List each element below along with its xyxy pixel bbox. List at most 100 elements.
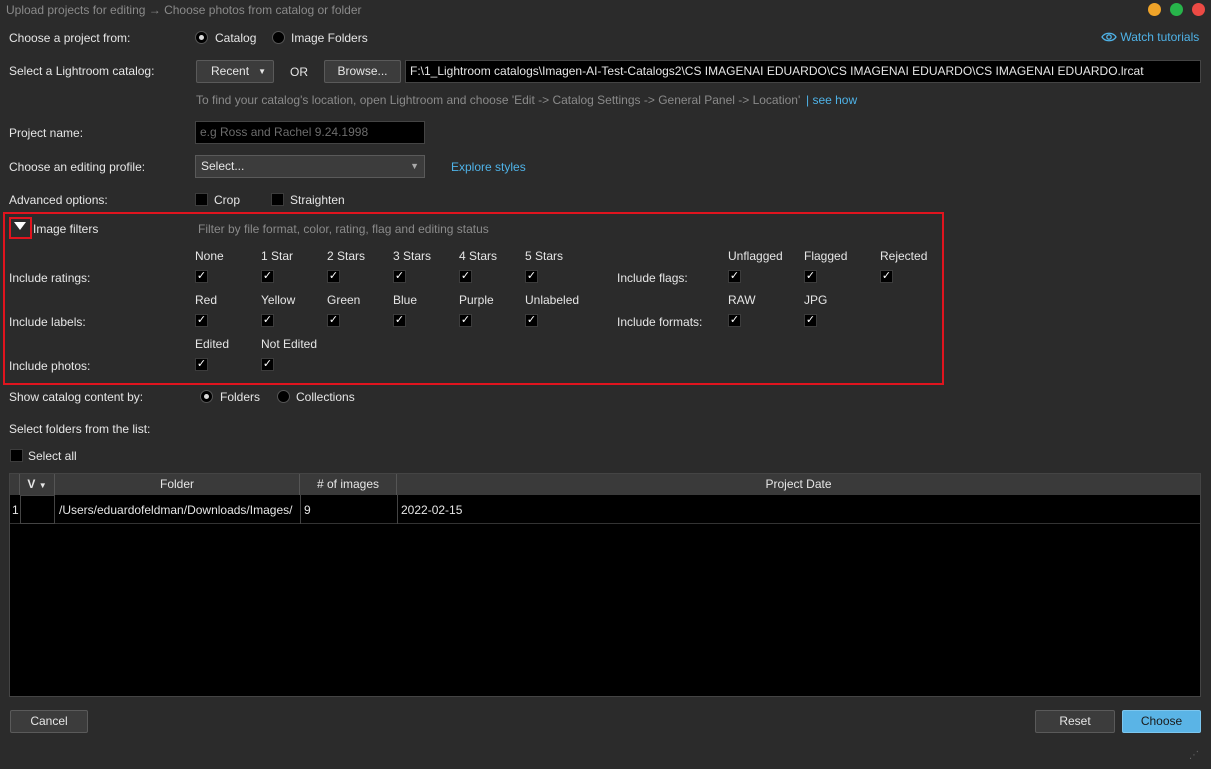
- watch-tutorials-link[interactable]: Watch tutorials: [1101, 30, 1199, 44]
- maximize-button[interactable]: [1170, 3, 1183, 16]
- catalog-hint: To find your catalog's location, open Li…: [196, 93, 801, 107]
- editing-profile-label: Choose an editing profile:: [9, 160, 146, 174]
- column-divider: [397, 495, 398, 524]
- show-by-label: Show catalog content by:: [9, 390, 144, 404]
- label-green-label: Green: [327, 293, 361, 307]
- column-divider: [300, 495, 301, 524]
- rating-2-checkbox[interactable]: ✓: [327, 270, 340, 283]
- rating-3-checkbox[interactable]: ✓: [393, 270, 406, 283]
- straighten-checkbox[interactable]: [271, 193, 284, 206]
- radio-catalog-label[interactable]: Catalog: [215, 31, 256, 45]
- column-header-date[interactable]: Project Date: [397, 474, 1200, 495]
- format-raw-checkbox[interactable]: ✓: [728, 314, 741, 327]
- crop-label[interactable]: Crop: [214, 193, 240, 207]
- radio-collections-label[interactable]: Collections: [296, 390, 355, 404]
- radio-folders[interactable]: [200, 390, 213, 403]
- rating-4-checkbox[interactable]: ✓: [459, 270, 472, 283]
- close-button[interactable]: [1192, 3, 1205, 16]
- label-purple-checkbox[interactable]: ✓: [459, 314, 472, 327]
- table-row[interactable]: 1 /Users/eduardofeldman/Downloads/Images…: [10, 495, 1200, 524]
- chevron-down-icon: ▼: [410, 161, 419, 171]
- eye-icon: [1101, 32, 1117, 42]
- row-folder: /Users/eduardofeldman/Downloads/Images/: [59, 503, 293, 517]
- catalog-label: Select a Lightroom catalog:: [9, 64, 155, 78]
- include-labels-label: Include labels:: [9, 315, 86, 329]
- label-unlabeled-label: Unlabeled: [525, 293, 580, 307]
- radio-image-folders-label[interactable]: Image Folders: [291, 31, 368, 45]
- resize-grip-icon[interactable]: ⋰: [1189, 750, 1199, 761]
- minimize-button[interactable]: [1148, 3, 1161, 16]
- include-flags-label: Include flags:: [617, 271, 688, 285]
- label-red-label: Red: [195, 293, 218, 307]
- flag-unflagged-checkbox[interactable]: ✓: [728, 270, 741, 283]
- advanced-options-label: Advanced options:: [9, 193, 108, 207]
- project-name-input[interactable]: e.g Ross and Rachel 9.24.1998: [195, 121, 425, 144]
- project-name-label: Project name:: [9, 126, 84, 140]
- radio-collections[interactable]: [277, 390, 290, 403]
- reset-button[interactable]: Reset: [1035, 710, 1115, 733]
- flag-unflagged-label: Unflagged: [728, 249, 783, 263]
- cancel-button[interactable]: Cancel: [10, 710, 88, 733]
- label-purple-label: Purple: [459, 293, 494, 307]
- rating-none-checkbox[interactable]: ✓: [195, 270, 208, 283]
- rating-1-checkbox[interactable]: ✓: [261, 270, 274, 283]
- window-title: Upload projects for editing → Choose pho…: [6, 3, 362, 17]
- crop-checkbox[interactable]: [195, 193, 208, 206]
- select-all-checkbox[interactable]: [10, 449, 23, 462]
- choose-button[interactable]: Choose: [1122, 710, 1201, 733]
- include-photos-label: Include photos:: [9, 359, 91, 373]
- label-red-checkbox[interactable]: ✓: [195, 314, 208, 327]
- photos-edited-label: Edited: [195, 337, 230, 351]
- flag-rejected-label: Rejected: [880, 249, 928, 263]
- radio-catalog[interactable]: [195, 31, 208, 44]
- flag-flagged-label: Flagged: [804, 249, 848, 263]
- label-yellow-label: Yellow: [261, 293, 296, 307]
- flag-flagged-checkbox[interactable]: ✓: [804, 270, 817, 283]
- or-label: OR: [290, 65, 308, 79]
- rating-3-label: 3 Stars: [393, 249, 432, 263]
- label-green-checkbox[interactable]: ✓: [327, 314, 340, 327]
- browse-button[interactable]: Browse...: [324, 60, 401, 83]
- see-how-link[interactable]: | see how: [806, 93, 857, 107]
- column-header-folder[interactable]: Folder: [55, 474, 300, 495]
- format-jpg-checkbox[interactable]: ✓: [804, 314, 817, 327]
- rating-5-checkbox[interactable]: ✓: [525, 270, 538, 283]
- image-filters-hint: Filter by file format, color, rating, fl…: [198, 222, 489, 236]
- explore-styles-link[interactable]: Explore styles: [451, 160, 526, 174]
- row-date: 2022-02-15: [401, 503, 463, 517]
- column-header-v[interactable]: V ▼: [20, 474, 55, 495]
- radio-image-folders[interactable]: [272, 31, 285, 44]
- label-blue-checkbox[interactable]: ✓: [393, 314, 406, 327]
- rating-1-label: 1 Star: [261, 249, 294, 263]
- rating-2-label: 2 Stars: [327, 249, 366, 263]
- row-count: 9: [304, 503, 311, 517]
- label-yellow-checkbox[interactable]: ✓: [261, 314, 274, 327]
- straighten-label[interactable]: Straighten: [290, 193, 345, 207]
- rating-none-label: None: [195, 249, 224, 263]
- image-filters-title: Image filters: [33, 222, 99, 236]
- select-folders-label: Select folders from the list:: [9, 422, 151, 436]
- row-index: 1: [12, 503, 19, 517]
- radio-folders-label[interactable]: Folders: [220, 390, 260, 404]
- label-unlabeled-checkbox[interactable]: ✓: [525, 314, 538, 327]
- select-all-label[interactable]: Select all: [28, 449, 77, 463]
- triangle-down-icon: [14, 222, 26, 230]
- catalog-path-field[interactable]: F:\1_Lightroom catalogs\Imagen-AI-Test-C…: [405, 60, 1201, 83]
- format-jpg-label: JPG: [804, 293, 828, 307]
- sort-arrow-icon: ▼: [38, 481, 47, 490]
- flag-rejected-checkbox[interactable]: ✓: [880, 270, 893, 283]
- rating-4-label: 4 Stars: [459, 249, 498, 263]
- chevron-down-icon: ▼: [258, 67, 266, 76]
- column-header-count[interactable]: # of images: [300, 474, 397, 495]
- photos-edited-checkbox[interactable]: ✓: [195, 358, 208, 371]
- recent-dropdown[interactable]: Recent ▼: [196, 60, 274, 83]
- photos-not-edited-checkbox[interactable]: ✓: [261, 358, 274, 371]
- image-filters-toggle[interactable]: [9, 217, 32, 239]
- label-blue-label: Blue: [393, 293, 418, 307]
- format-raw-label: RAW: [728, 293, 756, 307]
- editing-profile-select[interactable]: Select... ▼: [195, 155, 425, 178]
- row-select-cell[interactable]: [20, 495, 55, 524]
- choose-from-label: Choose a project from:: [9, 31, 131, 45]
- table-corner: [10, 474, 20, 495]
- include-formats-label: Include formats:: [617, 315, 703, 329]
